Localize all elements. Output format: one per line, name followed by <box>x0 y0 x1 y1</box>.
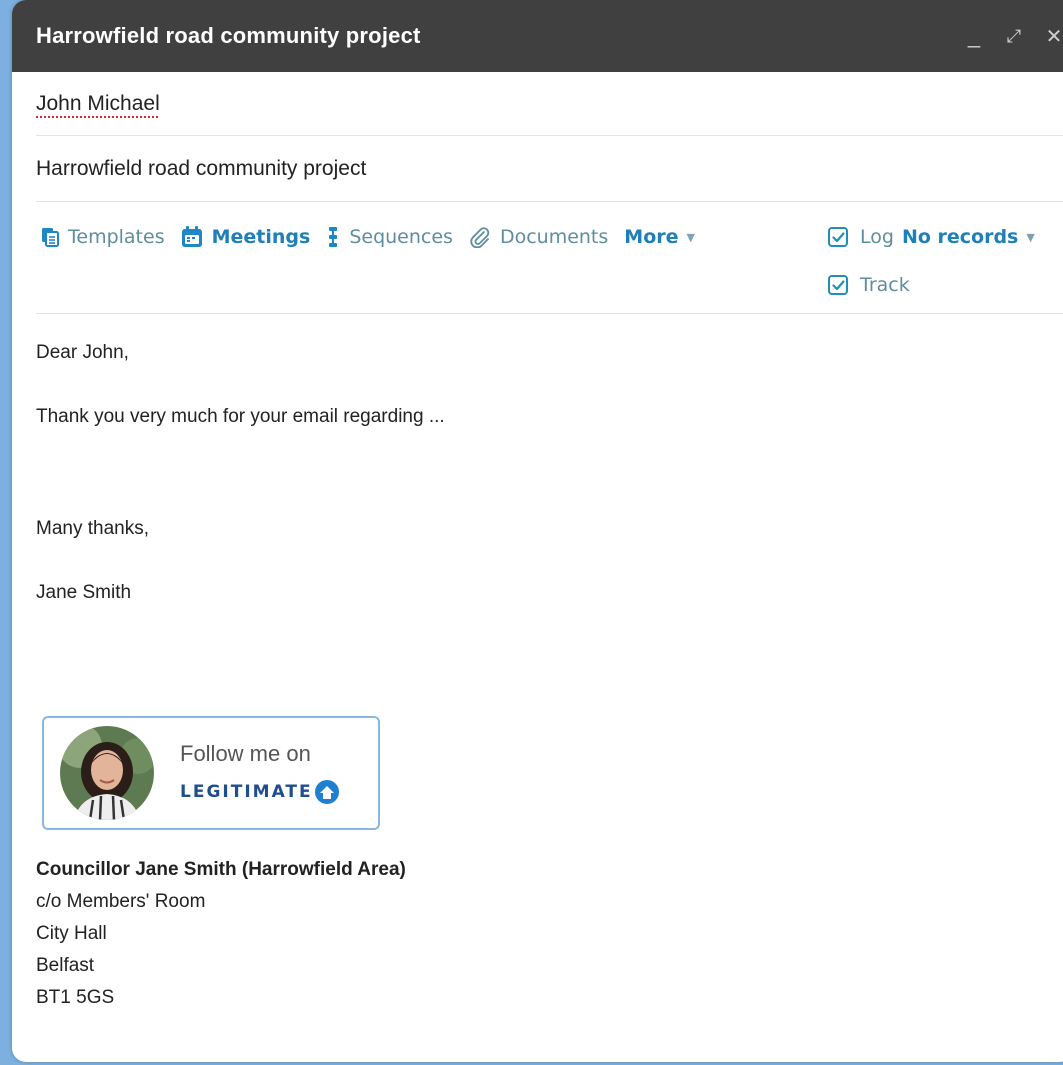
signature-name: Councillor Jane Smith (Harrowfield Area) <box>36 859 406 880</box>
minimize-icon[interactable]: _ <box>954 23 994 49</box>
badge-text: Follow me on LEGITIMATE <box>180 741 340 805</box>
templates-icon <box>41 227 59 247</box>
subject-field[interactable]: Harrowfield road community project <box>36 136 1063 202</box>
log-records-dropdown[interactable]: No records ▼ <box>902 226 1035 248</box>
body-line: Thank you very much for your email regar… <box>36 406 445 427</box>
meetings-label: Meetings <box>211 226 311 248</box>
signature-address-line: City Hall <box>36 923 107 944</box>
close-icon[interactable]: ✕ <box>1034 24 1063 49</box>
more-dropdown[interactable]: More ▼ <box>624 226 695 248</box>
track-label: Track <box>860 274 910 296</box>
legitimate-logo-icon <box>314 780 339 804</box>
signature-postcode: BT1 5GS <box>36 987 115 1008</box>
templates-button[interactable]: Templates <box>41 226 165 248</box>
expand-icon[interactable]: ⤢ <box>994 26 1034 47</box>
checkbox-checked-icon <box>831 279 845 290</box>
message-body[interactable]: Dear John, Thank you very much for your … <box>12 314 1063 1014</box>
follow-text: Follow me on <box>180 741 311 766</box>
greeting: Dear John, <box>36 342 129 363</box>
window-title: Harrowfield road community project <box>36 23 421 48</box>
closing: Many thanks, <box>36 518 149 539</box>
recipient-name[interactable]: John Michael <box>36 92 160 116</box>
legitimate-logo: LEGITIMATE <box>180 779 340 805</box>
to-field[interactable]: John Michael <box>36 72 1063 136</box>
sender-name: Jane Smith <box>36 582 132 603</box>
log-records-label: No records <box>901 226 1019 248</box>
email-signature: Councillor Jane Smith (Harrowfield Area)… <box>36 854 1063 1014</box>
log-label: Log <box>860 226 894 248</box>
sequences-icon <box>326 226 340 248</box>
tracking-options: Log No records ▼ Track <box>828 222 1035 318</box>
checkbox-checked-icon <box>831 231 845 242</box>
log-option[interactable]: Log No records ▼ <box>828 222 1035 252</box>
toolbar-actions: Templates Meetings Sequences Documents M… <box>41 226 695 248</box>
track-option[interactable]: Track <box>828 270 1035 300</box>
avatar <box>60 726 154 820</box>
follow-badge[interactable]: Follow me on LEGITIMATE <box>42 716 380 830</box>
caret-down-icon: ▼ <box>686 230 695 244</box>
subject-text[interactable]: Harrowfield road community project <box>36 157 366 181</box>
caret-down-icon: ▼ <box>1026 230 1035 244</box>
avatar-photo <box>60 726 154 820</box>
meetings-icon <box>181 226 203 248</box>
documents-icon <box>469 226 491 248</box>
log-checkbox[interactable] <box>828 227 848 247</box>
documents-button[interactable]: Documents <box>469 226 608 248</box>
sequences-button[interactable]: Sequences <box>326 226 453 248</box>
compose-titlebar: Harrowfield road community project _ ⤢ ✕ <box>12 0 1063 72</box>
more-label: More <box>624 226 679 248</box>
signature-address-line: c/o Members' Room <box>36 891 206 912</box>
brand-name: LEGITIMATE <box>180 782 313 802</box>
templates-label: Templates <box>68 226 165 248</box>
meetings-button[interactable]: Meetings <box>181 226 311 248</box>
compose-toolbar: Templates Meetings Sequences Documents M… <box>36 202 1063 314</box>
documents-label: Documents <box>499 226 609 248</box>
signature-address-line: Belfast <box>36 955 95 976</box>
track-checkbox[interactable] <box>828 275 848 295</box>
sequences-label: Sequences <box>349 226 453 248</box>
email-compose-window: Harrowfield road community project _ ⤢ ✕… <box>12 0 1063 1062</box>
